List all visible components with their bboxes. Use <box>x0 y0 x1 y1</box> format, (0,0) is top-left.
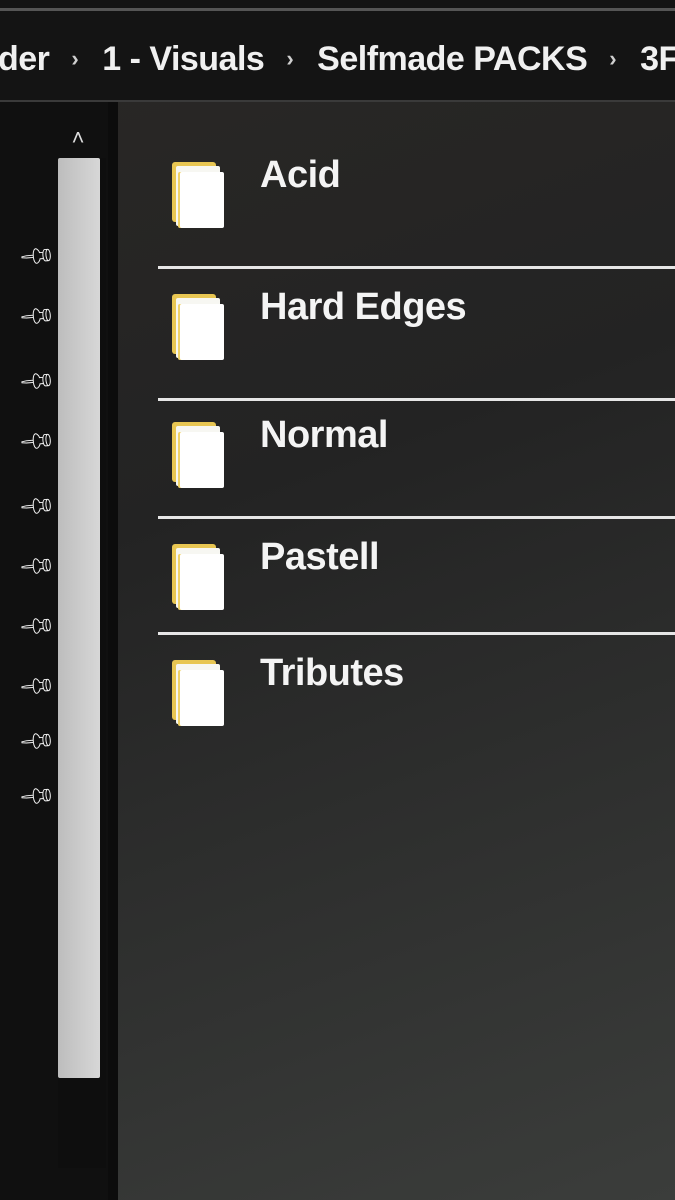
row-divider <box>158 398 675 401</box>
folder-icon <box>172 660 224 726</box>
breadcrumb-separator-icon[interactable]: › <box>609 46 616 72</box>
pin-icon[interactable]: 📌︎ <box>16 486 58 526</box>
pane-divider[interactable] <box>108 102 118 1200</box>
breadcrumb-item[interactable]: Selfmade PACKS <box>317 40 588 79</box>
breadcrumb-item[interactable]: 3Fini <box>640 40 675 79</box>
folder-icon <box>172 422 224 488</box>
breadcrumb-separator-icon[interactable]: › <box>286 46 293 72</box>
folder-icon <box>172 162 224 228</box>
pin-icon[interactable]: 📌︎ <box>16 546 58 586</box>
pin-icon[interactable]: 📌︎ <box>16 236 58 276</box>
file-explorer-window: der › 1 - Visuals › Selfmade PACKS › 3Fi… <box>0 0 675 1200</box>
folder-name: Normal <box>260 414 388 456</box>
pin-icon[interactable]: 📌︎ <box>16 361 58 401</box>
folder-name: Acid <box>260 154 341 196</box>
row-divider <box>158 632 675 635</box>
breadcrumb-item[interactable]: der <box>0 40 50 79</box>
pin-icon[interactable]: 📌︎ <box>16 776 58 816</box>
pin-icon[interactable]: 📌︎ <box>16 296 58 336</box>
scrollbar-thumb[interactable] <box>58 158 100 1078</box>
list-item[interactable]: Tributes <box>158 650 675 760</box>
title-bar-edge <box>0 8 675 11</box>
breadcrumb-item[interactable]: 1 - Visuals <box>102 40 265 79</box>
row-divider <box>158 516 675 519</box>
list-item[interactable]: Normal <box>158 412 675 522</box>
list-item[interactable]: Pastell <box>158 534 675 644</box>
file-list: Acid Hard Edges Normal Pastell Tributes <box>118 112 675 1200</box>
pin-icon[interactable]: 📌︎ <box>16 666 58 706</box>
folder-name: Pastell <box>260 536 380 578</box>
folder-icon <box>172 294 224 360</box>
folder-icon <box>172 544 224 610</box>
breadcrumb-separator-icon[interactable]: › <box>71 46 78 72</box>
address-bar[interactable]: der › 1 - Visuals › Selfmade PACKS › 3Fi… <box>0 0 675 102</box>
pin-icon[interactable]: 📌︎ <box>16 421 58 461</box>
row-divider <box>158 266 675 269</box>
folder-name: Tributes <box>260 652 404 694</box>
pin-icon[interactable]: 📌︎ <box>16 606 58 646</box>
breadcrumb: der › 1 - Visuals › Selfmade PACKS › 3Fi… <box>0 34 675 84</box>
pin-icon[interactable]: 📌︎ <box>16 721 58 761</box>
folder-name: Hard Edges <box>260 286 467 328</box>
chevron-up-icon[interactable]: ˄ <box>64 125 92 151</box>
list-item[interactable]: Acid <box>158 152 675 262</box>
list-item[interactable]: Hard Edges <box>158 284 675 394</box>
